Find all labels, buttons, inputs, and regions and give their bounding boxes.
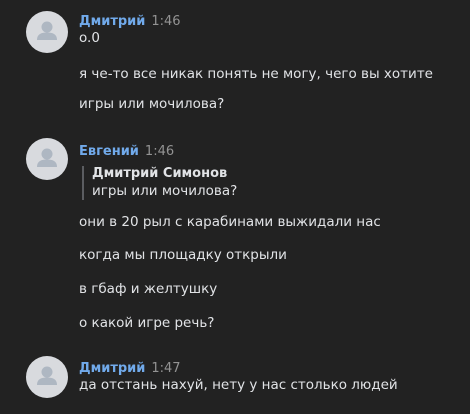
chat-history: Дмитрий 1:46 o.0 я че-то все никак понять… <box>0 0 470 414</box>
avatar[interactable] <box>26 11 68 53</box>
message-text: они в 20 рыл с карабинами выжидали нас <box>79 214 381 230</box>
timestamp[interactable]: 1:46 <box>151 14 180 29</box>
timestamp[interactable]: 1:47 <box>151 361 180 376</box>
author-name[interactable]: Дмитрий <box>79 14 145 29</box>
message-text: игры или мочилова? <box>79 96 225 112</box>
message-text: я че-то все никак понять не могу, чего в… <box>79 66 433 82</box>
timestamp[interactable]: 1:46 <box>145 144 174 159</box>
user-placeholder-icon <box>37 148 57 167</box>
quote-text: игры или мочилова? <box>92 183 238 199</box>
author-name[interactable]: Евгений <box>79 144 139 159</box>
user-placeholder-icon <box>37 21 57 40</box>
user-placeholder-icon <box>37 366 57 385</box>
message-text: когда мы площадку открыли <box>79 247 287 263</box>
avatar[interactable] <box>26 356 68 398</box>
message-text: о какой игре речь? <box>79 315 215 331</box>
message-header: Евгений 1:46 <box>79 140 174 160</box>
message-text: да отстань нахуй, нету у нас столько люд… <box>79 377 398 393</box>
avatar[interactable] <box>26 138 68 180</box>
message-header: Дмитрий 1:46 <box>79 10 181 30</box>
message-header: Дмитрий 1:47 <box>79 357 181 377</box>
message-text: o.0 <box>79 30 100 46</box>
quoted-message[interactable]: Дмитрий Симонов игры или мочилова? <box>82 166 237 200</box>
quote-author: Дмитрий Симонов <box>92 166 228 181</box>
message-text: в гбаф и желтушку <box>79 281 218 297</box>
author-name[interactable]: Дмитрий <box>79 361 145 376</box>
